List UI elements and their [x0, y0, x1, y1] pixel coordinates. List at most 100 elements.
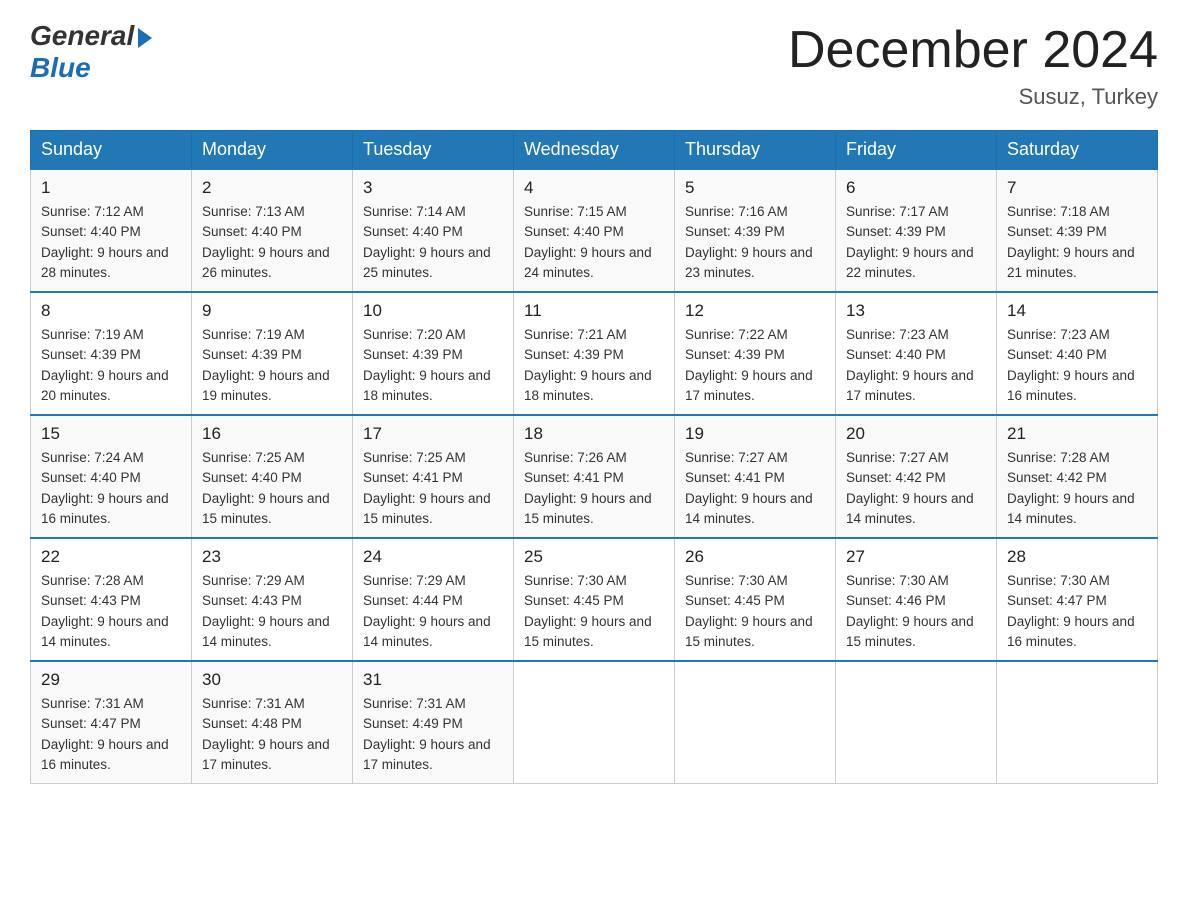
calendar-cell	[514, 661, 675, 784]
day-info: Sunrise: 7:29 AM Sunset: 4:43 PM Dayligh…	[202, 571, 342, 652]
day-number: 29	[41, 670, 181, 690]
calendar-cell: 13 Sunrise: 7:23 AM Sunset: 4:40 PM Dayl…	[836, 292, 997, 415]
calendar-cell: 2 Sunrise: 7:13 AM Sunset: 4:40 PM Dayli…	[192, 169, 353, 292]
calendar-cell: 18 Sunrise: 7:26 AM Sunset: 4:41 PM Dayl…	[514, 415, 675, 538]
day-of-week-header: Tuesday	[353, 131, 514, 170]
day-info: Sunrise: 7:13 AM Sunset: 4:40 PM Dayligh…	[202, 202, 342, 283]
day-number: 10	[363, 301, 503, 321]
day-info: Sunrise: 7:14 AM Sunset: 4:40 PM Dayligh…	[363, 202, 503, 283]
day-of-week-header: Wednesday	[514, 131, 675, 170]
day-of-week-header: Saturday	[997, 131, 1158, 170]
day-info: Sunrise: 7:15 AM Sunset: 4:40 PM Dayligh…	[524, 202, 664, 283]
calendar-cell: 26 Sunrise: 7:30 AM Sunset: 4:45 PM Dayl…	[675, 538, 836, 661]
day-number: 13	[846, 301, 986, 321]
day-info: Sunrise: 7:17 AM Sunset: 4:39 PM Dayligh…	[846, 202, 986, 283]
day-number: 7	[1007, 178, 1147, 198]
title-area: December 2024 Susuz, Turkey	[788, 20, 1158, 110]
day-info: Sunrise: 7:25 AM Sunset: 4:40 PM Dayligh…	[202, 448, 342, 529]
day-number: 2	[202, 178, 342, 198]
day-info: Sunrise: 7:21 AM Sunset: 4:39 PM Dayligh…	[524, 325, 664, 406]
month-title: December 2024	[788, 20, 1158, 80]
calendar-cell: 21 Sunrise: 7:28 AM Sunset: 4:42 PM Dayl…	[997, 415, 1158, 538]
day-number: 11	[524, 301, 664, 321]
day-number: 9	[202, 301, 342, 321]
day-number: 3	[363, 178, 503, 198]
day-number: 19	[685, 424, 825, 444]
day-info: Sunrise: 7:28 AM Sunset: 4:42 PM Dayligh…	[1007, 448, 1147, 529]
day-info: Sunrise: 7:30 AM Sunset: 4:45 PM Dayligh…	[524, 571, 664, 652]
day-info: Sunrise: 7:25 AM Sunset: 4:41 PM Dayligh…	[363, 448, 503, 529]
day-number: 6	[846, 178, 986, 198]
calendar-cell: 10 Sunrise: 7:20 AM Sunset: 4:39 PM Dayl…	[353, 292, 514, 415]
calendar-cell: 22 Sunrise: 7:28 AM Sunset: 4:43 PM Dayl…	[31, 538, 192, 661]
calendar-cell: 4 Sunrise: 7:15 AM Sunset: 4:40 PM Dayli…	[514, 169, 675, 292]
calendar-cell: 9 Sunrise: 7:19 AM Sunset: 4:39 PM Dayli…	[192, 292, 353, 415]
day-number: 28	[1007, 547, 1147, 567]
logo-arrow-icon	[138, 28, 152, 48]
day-number: 26	[685, 547, 825, 567]
calendar-week-row: 8 Sunrise: 7:19 AM Sunset: 4:39 PM Dayli…	[31, 292, 1158, 415]
calendar-cell: 25 Sunrise: 7:30 AM Sunset: 4:45 PM Dayl…	[514, 538, 675, 661]
day-number: 15	[41, 424, 181, 444]
calendar-week-row: 1 Sunrise: 7:12 AM Sunset: 4:40 PM Dayli…	[31, 169, 1158, 292]
day-of-week-header: Friday	[836, 131, 997, 170]
day-info: Sunrise: 7:23 AM Sunset: 4:40 PM Dayligh…	[846, 325, 986, 406]
day-info: Sunrise: 7:26 AM Sunset: 4:41 PM Dayligh…	[524, 448, 664, 529]
calendar-cell: 11 Sunrise: 7:21 AM Sunset: 4:39 PM Dayl…	[514, 292, 675, 415]
calendar-cell	[997, 661, 1158, 784]
calendar-cell: 7 Sunrise: 7:18 AM Sunset: 4:39 PM Dayli…	[997, 169, 1158, 292]
day-info: Sunrise: 7:19 AM Sunset: 4:39 PM Dayligh…	[41, 325, 181, 406]
calendar-cell: 27 Sunrise: 7:30 AM Sunset: 4:46 PM Dayl…	[836, 538, 997, 661]
day-number: 8	[41, 301, 181, 321]
day-info: Sunrise: 7:27 AM Sunset: 4:41 PM Dayligh…	[685, 448, 825, 529]
calendar-cell: 31 Sunrise: 7:31 AM Sunset: 4:49 PM Dayl…	[353, 661, 514, 784]
calendar-cell: 19 Sunrise: 7:27 AM Sunset: 4:41 PM Dayl…	[675, 415, 836, 538]
day-info: Sunrise: 7:19 AM Sunset: 4:39 PM Dayligh…	[202, 325, 342, 406]
calendar-week-row: 22 Sunrise: 7:28 AM Sunset: 4:43 PM Dayl…	[31, 538, 1158, 661]
calendar-cell: 6 Sunrise: 7:17 AM Sunset: 4:39 PM Dayli…	[836, 169, 997, 292]
day-info: Sunrise: 7:16 AM Sunset: 4:39 PM Dayligh…	[685, 202, 825, 283]
day-number: 31	[363, 670, 503, 690]
day-info: Sunrise: 7:31 AM Sunset: 4:49 PM Dayligh…	[363, 694, 503, 775]
calendar-week-row: 29 Sunrise: 7:31 AM Sunset: 4:47 PM Dayl…	[31, 661, 1158, 784]
day-number: 27	[846, 547, 986, 567]
day-info: Sunrise: 7:30 AM Sunset: 4:46 PM Dayligh…	[846, 571, 986, 652]
day-number: 14	[1007, 301, 1147, 321]
calendar-week-row: 15 Sunrise: 7:24 AM Sunset: 4:40 PM Dayl…	[31, 415, 1158, 538]
day-number: 1	[41, 178, 181, 198]
logo-general-text: General	[30, 20, 134, 52]
day-info: Sunrise: 7:20 AM Sunset: 4:39 PM Dayligh…	[363, 325, 503, 406]
day-number: 24	[363, 547, 503, 567]
page-header: General Blue December 2024 Susuz, Turkey	[30, 20, 1158, 110]
calendar-cell: 17 Sunrise: 7:25 AM Sunset: 4:41 PM Dayl…	[353, 415, 514, 538]
day-info: Sunrise: 7:12 AM Sunset: 4:40 PM Dayligh…	[41, 202, 181, 283]
calendar-cell: 15 Sunrise: 7:24 AM Sunset: 4:40 PM Dayl…	[31, 415, 192, 538]
day-number: 20	[846, 424, 986, 444]
calendar-cell: 8 Sunrise: 7:19 AM Sunset: 4:39 PM Dayli…	[31, 292, 192, 415]
calendar-cell	[836, 661, 997, 784]
day-number: 4	[524, 178, 664, 198]
day-number: 18	[524, 424, 664, 444]
day-number: 21	[1007, 424, 1147, 444]
day-info: Sunrise: 7:28 AM Sunset: 4:43 PM Dayligh…	[41, 571, 181, 652]
calendar-cell: 20 Sunrise: 7:27 AM Sunset: 4:42 PM Dayl…	[836, 415, 997, 538]
calendar-cell: 23 Sunrise: 7:29 AM Sunset: 4:43 PM Dayl…	[192, 538, 353, 661]
day-info: Sunrise: 7:24 AM Sunset: 4:40 PM Dayligh…	[41, 448, 181, 529]
day-of-week-header: Sunday	[31, 131, 192, 170]
day-number: 30	[202, 670, 342, 690]
day-number: 12	[685, 301, 825, 321]
calendar-cell	[675, 661, 836, 784]
day-info: Sunrise: 7:29 AM Sunset: 4:44 PM Dayligh…	[363, 571, 503, 652]
calendar-cell: 3 Sunrise: 7:14 AM Sunset: 4:40 PM Dayli…	[353, 169, 514, 292]
calendar-cell: 16 Sunrise: 7:25 AM Sunset: 4:40 PM Dayl…	[192, 415, 353, 538]
day-info: Sunrise: 7:27 AM Sunset: 4:42 PM Dayligh…	[846, 448, 986, 529]
day-number: 23	[202, 547, 342, 567]
day-number: 5	[685, 178, 825, 198]
day-number: 17	[363, 424, 503, 444]
logo: General Blue	[30, 20, 152, 84]
day-info: Sunrise: 7:30 AM Sunset: 4:45 PM Dayligh…	[685, 571, 825, 652]
day-info: Sunrise: 7:18 AM Sunset: 4:39 PM Dayligh…	[1007, 202, 1147, 283]
day-of-week-header: Monday	[192, 131, 353, 170]
calendar-cell: 14 Sunrise: 7:23 AM Sunset: 4:40 PM Dayl…	[997, 292, 1158, 415]
day-number: 16	[202, 424, 342, 444]
